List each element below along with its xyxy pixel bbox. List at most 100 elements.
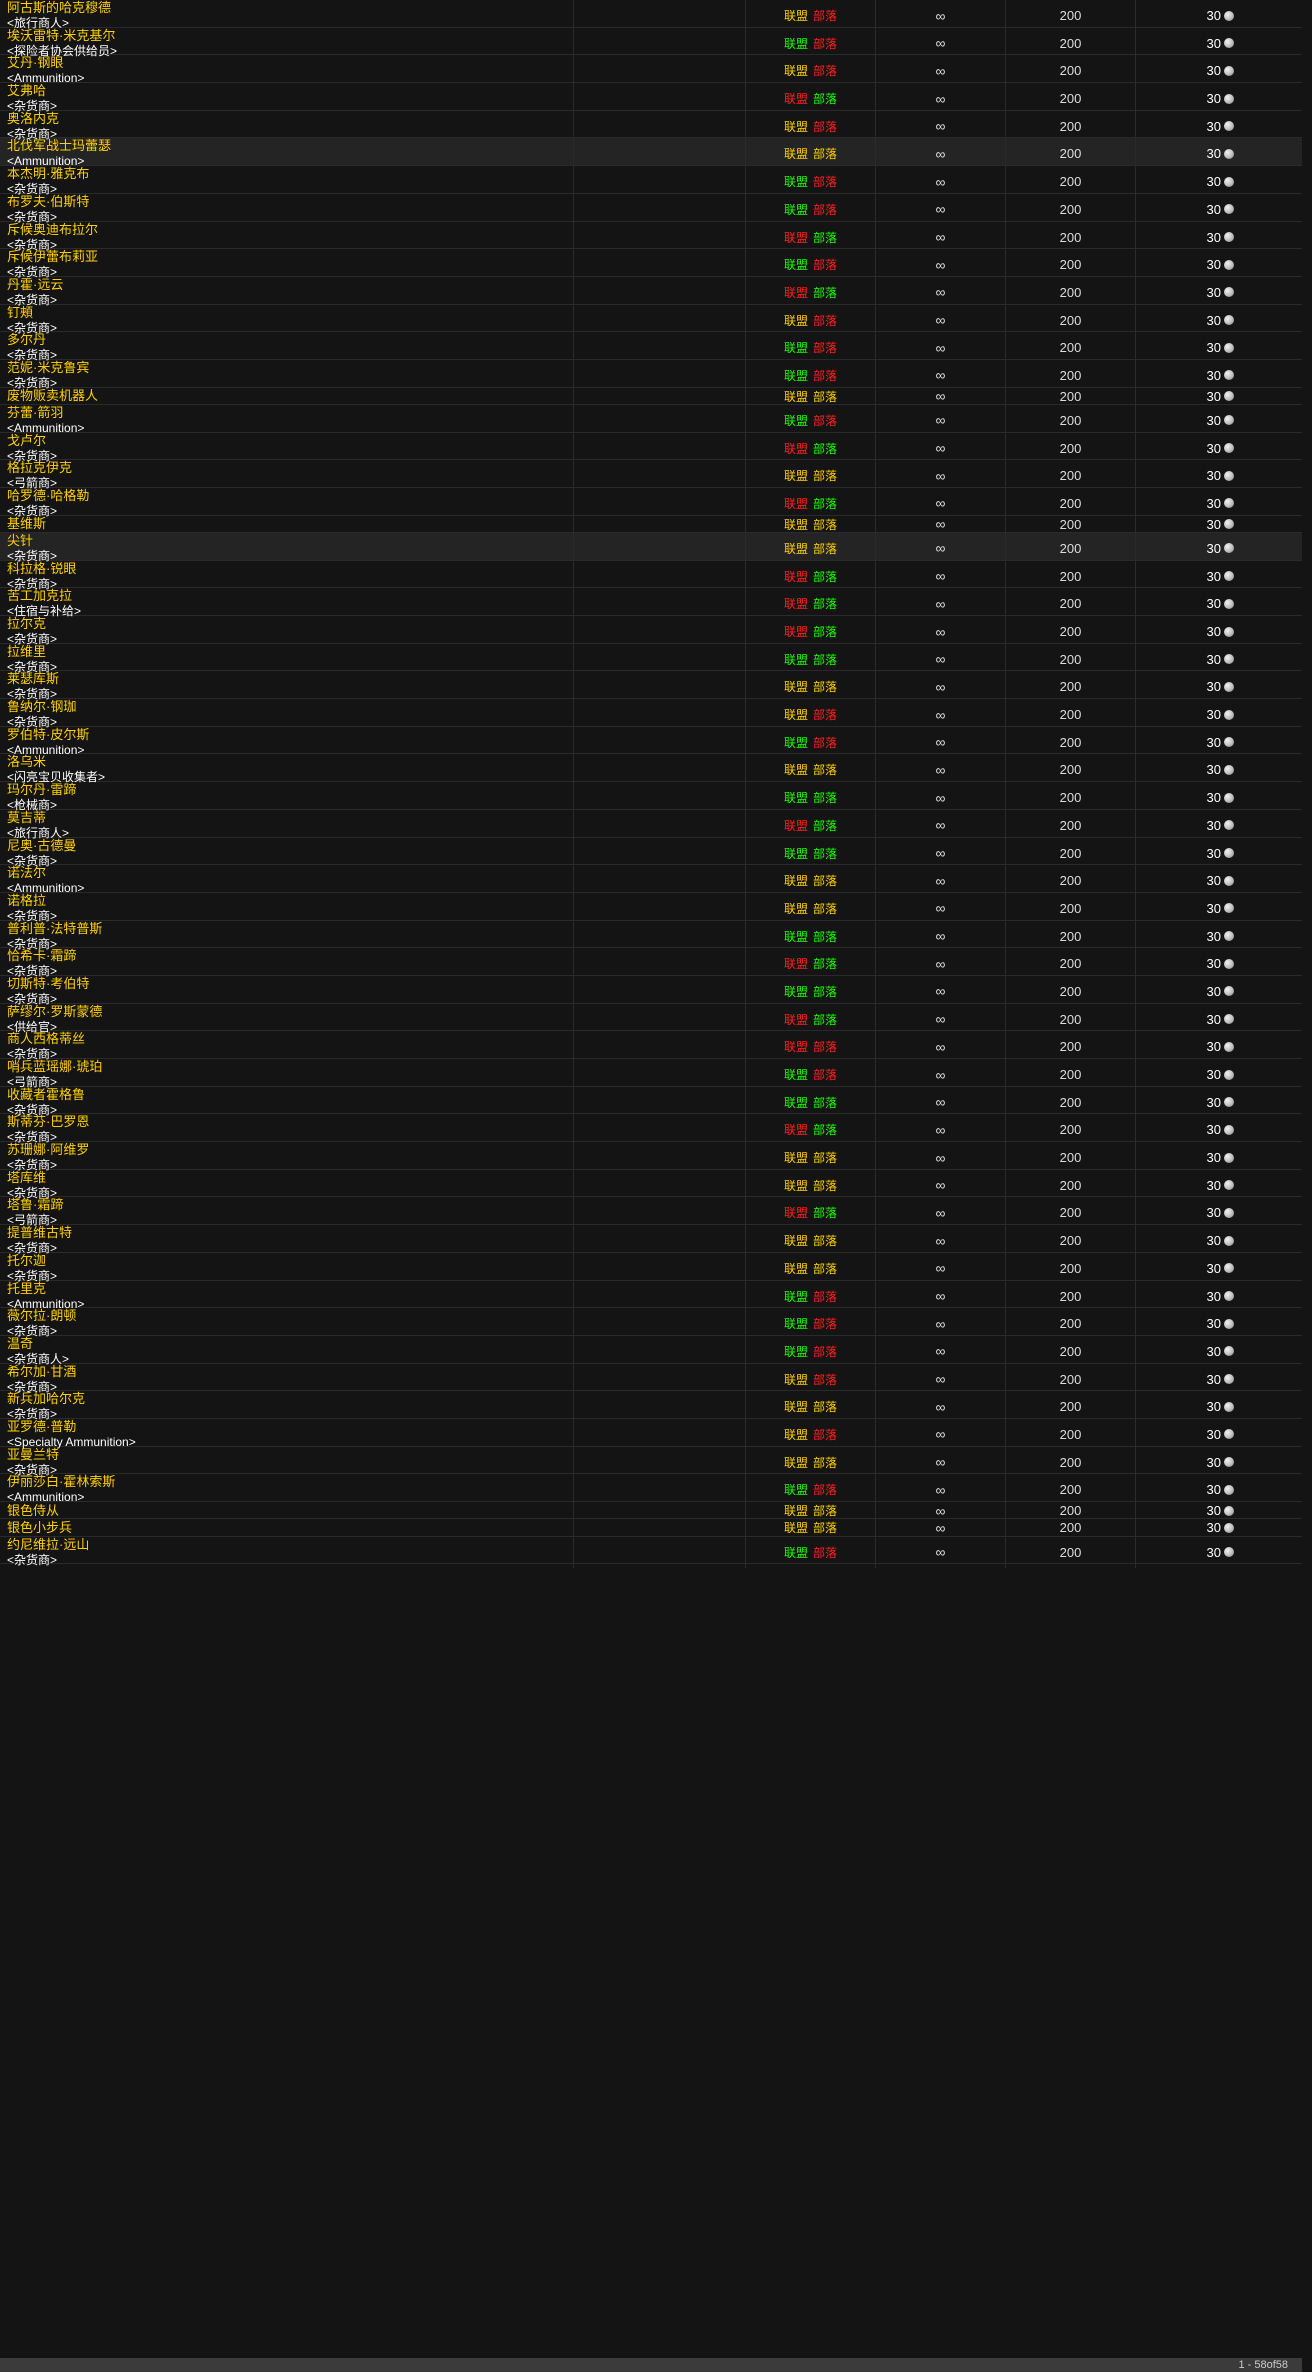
cost-cell: 30 (1136, 305, 1302, 336)
npc-name-link[interactable]: 诺法尔 (7, 865, 573, 881)
npc-name-link[interactable]: 商人西格蒂丝 (7, 1031, 573, 1047)
npc-name-link[interactable]: 薇尔拉·朗顿 (7, 1308, 573, 1324)
stock-cell: ∞ (876, 1031, 1006, 1063)
npc-name-link[interactable]: 艾丹·钢眼 (7, 55, 573, 71)
npc-name-link[interactable]: 钉頰 (7, 305, 573, 321)
npc-name-link[interactable]: 哈罗德·哈格勒 (7, 488, 573, 504)
npc-cell: 阿古斯的哈克穆德 <旅行商人> (0, 0, 574, 31)
npc-name-link[interactable]: 格拉克伊克 (7, 460, 573, 476)
alliance-reaction: 联盟 (783, 680, 808, 695)
npc-name-link[interactable]: 新兵加哈尔克 (7, 1391, 573, 1407)
stock-cell: ∞ (876, 616, 1006, 648)
cost-cell: 30 (1136, 561, 1302, 592)
npc-name-link[interactable]: 基维斯 (7, 516, 573, 532)
npc-name-link[interactable]: 拉维里 (7, 644, 573, 660)
npc-name-link[interactable]: 尖针 (7, 533, 573, 549)
npc-name-link[interactable]: 银色侍从 (7, 1503, 573, 1519)
location-cell (574, 83, 746, 115)
table-row: 格拉克伊克 <弓箭商> 联盟 部落 ∞ 200 30 (0, 460, 1302, 492)
npc-name-link[interactable]: 埃沃雷特·米克基尔 (7, 28, 573, 44)
npc-name-link[interactable]: 罗伯特·皮尔斯 (7, 727, 573, 743)
npc-cell: 范妮·米克鲁宾 <杂货商> (0, 359, 574, 391)
npc-name-link[interactable]: 斯蒂芬·巴罗恩 (7, 1114, 573, 1130)
npc-name-link[interactable]: 莫吉蒂 (7, 810, 573, 826)
npc-name-link[interactable]: 苏珊娜·阿维罗 (7, 1142, 573, 1158)
stack-cell: 200 (1006, 782, 1136, 814)
npc-name-link[interactable]: 诺格拉 (7, 893, 573, 909)
alliance-reaction: 联盟 (783, 1040, 808, 1055)
npc-name-link[interactable]: 多尔丹 (7, 332, 573, 348)
npc-name-link[interactable]: 亚曼兰特 (7, 1447, 573, 1463)
npc-name-link[interactable]: 废物贩卖机器人 (7, 388, 573, 404)
npc-name-link[interactable]: 约尼维拉·远山 (7, 1537, 573, 1553)
react-cell: 联盟 部落 (746, 166, 876, 198)
npc-cell: 温奇 <杂货商人> (0, 1335, 574, 1367)
horde-reaction: 部落 (813, 175, 838, 190)
cost-cell: 30 (1136, 1253, 1302, 1284)
npc-name-link[interactable]: 斥候奥迪布拉尔 (7, 222, 573, 238)
npc-name-link[interactable]: 亚罗德·普勒 (7, 1419, 573, 1435)
npc-name-link[interactable]: 银色小步兵 (7, 1520, 573, 1536)
silver-coin-icon (1224, 571, 1234, 582)
npc-name-link[interactable]: 范妮·米克鲁宾 (7, 360, 573, 376)
npc-name-link[interactable]: 哨兵蓝瑶娜·琥珀 (7, 1059, 573, 1075)
cost-value: 30 (1206, 1067, 1221, 1083)
npc-name-link[interactable]: 恰希卡·霜蹄 (7, 948, 573, 964)
npc-name-link[interactable]: 苦工加克拉 (7, 588, 573, 604)
stack-cell: 200 (1006, 110, 1136, 142)
npc-name-link[interactable]: 玛尔丹·雷蹄 (7, 782, 573, 798)
npc-name-link[interactable]: 尼奥·古德曼 (7, 838, 573, 854)
npc-name-link[interactable]: 本杰明·雅克布 (7, 166, 573, 182)
npc-name-link[interactable]: 希尔加·甘酒 (7, 1364, 573, 1380)
npc-name-link[interactable]: 提普维古特 (7, 1225, 573, 1241)
silver-coin-icon (1224, 519, 1234, 530)
npc-name-link[interactable]: 切斯特·考伯特 (7, 976, 573, 992)
npc-name-link[interactable]: 塔库维 (7, 1170, 573, 1186)
location-cell (574, 1335, 746, 1367)
npc-name-link[interactable]: 温奇 (7, 1336, 573, 1352)
stock-cell: ∞ (876, 643, 1006, 675)
silver-coin-icon (1224, 65, 1234, 76)
alliance-reaction: 联盟 (783, 1483, 808, 1498)
alliance-reaction: 联盟 (783, 175, 808, 190)
npc-name-link[interactable]: 布罗夫·伯斯特 (7, 194, 573, 210)
horde-reaction: 部落 (813, 368, 838, 383)
alliance-reaction: 联盟 (783, 9, 808, 23)
npc-name-link[interactable]: 萨缪尔·罗斯蒙德 (7, 1004, 573, 1020)
npc-cell: 塔库维 <杂货商> (0, 1169, 574, 1201)
npc-name-link[interactable]: 塔鲁·霜蹄 (7, 1197, 573, 1213)
npc-cell: 北伐军战士玛蕾瑟 <Ammunition> (0, 138, 574, 170)
npc-cell: 钉頰 <杂货商> (0, 304, 574, 336)
npc-name-link[interactable]: 丹霍·远云 (7, 277, 573, 293)
npc-name-link[interactable]: 收藏者霍格鲁 (7, 1087, 573, 1103)
npc-name-link[interactable]: 阿古斯的哈克穆德 (7, 0, 573, 16)
cost-value: 30 (1206, 651, 1221, 667)
alliance-reaction: 联盟 (783, 874, 808, 889)
npc-name-link[interactable]: 托里克 (7, 1281, 573, 1297)
npc-name-link[interactable]: 斥候伊蕾布莉亚 (7, 249, 573, 265)
npc-cell: 尼奥·古德曼 <杂货商> (0, 837, 574, 869)
npc-name-link[interactable]: 鲁纳尔·钢珈 (7, 699, 573, 715)
stock-cell: ∞ (876, 387, 1006, 405)
location-cell (574, 1086, 746, 1118)
cost-cell: 30 (1136, 1225, 1302, 1256)
npc-name-link[interactable]: 莱瑟库斯 (7, 671, 573, 687)
npc-name-link[interactable]: 奥洛内克 (7, 111, 573, 127)
react-cell: 联盟 部落 (746, 193, 876, 225)
npc-name-link[interactable]: 北伐军战士玛蕾瑟 (7, 138, 573, 154)
alliance-reaction: 联盟 (783, 846, 808, 861)
npc-name-link[interactable]: 芬蕾·箭羽 (7, 405, 573, 421)
npc-name-link[interactable]: 洛乌米 (7, 754, 573, 770)
cost-value: 30 (1206, 312, 1221, 328)
location-cell (574, 0, 746, 31)
npc-name-link[interactable]: 艾弗哈 (7, 83, 573, 99)
npc-name-link[interactable]: 科拉格·锐眼 (7, 561, 573, 577)
npc-name-link[interactable]: 伊丽莎白·霍林索斯 (7, 1474, 573, 1490)
npc-cell: 多尔丹 <杂货商> (0, 332, 574, 364)
cost-cell: 30 (1136, 1031, 1302, 1062)
npc-name-link[interactable]: 拉尔克 (7, 616, 573, 632)
npc-name-link[interactable]: 托尔迦 (7, 1253, 573, 1269)
cost-cell: 30 (1136, 516, 1302, 533)
npc-name-link[interactable]: 普利普·法特普斯 (7, 921, 573, 937)
npc-name-link[interactable]: 戈卢尔 (7, 433, 573, 449)
